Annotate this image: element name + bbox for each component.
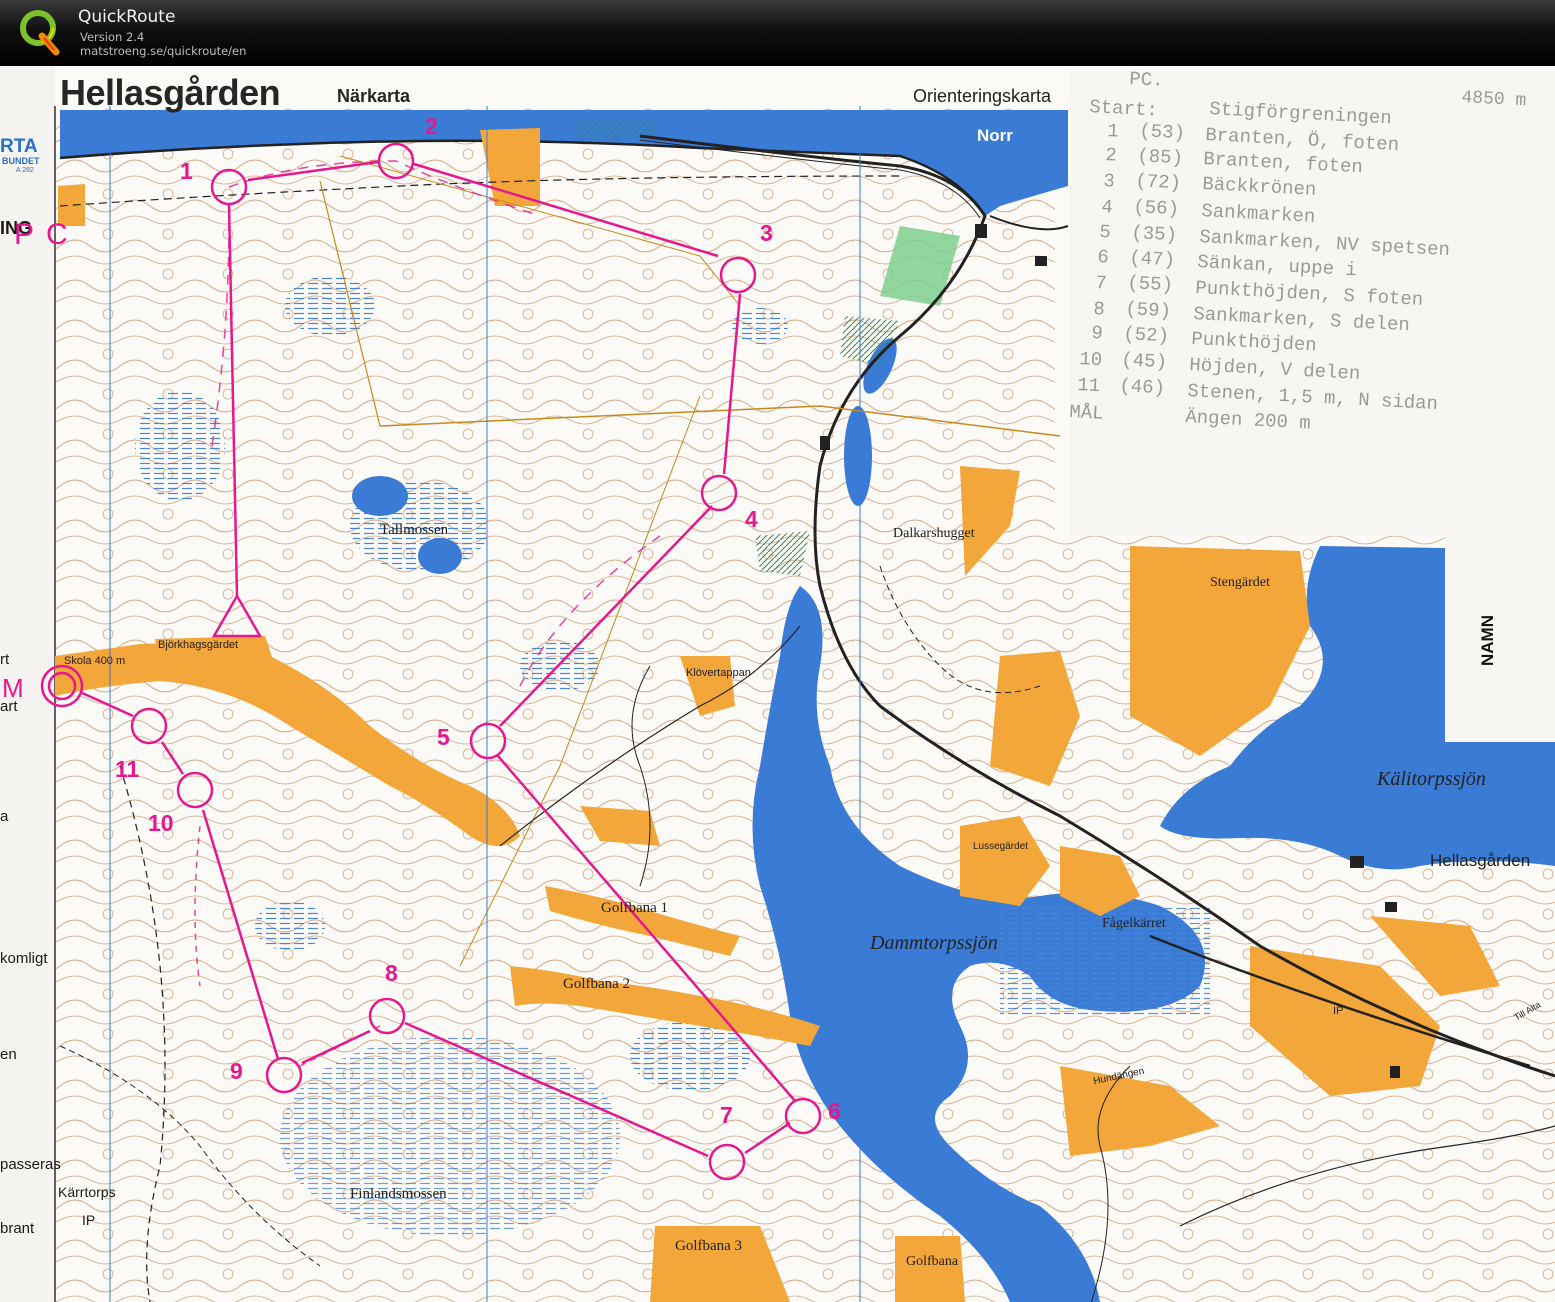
desc-row-code: (72) [1134,170,1182,195]
control-number: 9 [230,1058,243,1084]
place-name: Dammtorpssjön [870,932,998,954]
control-number: 7 [720,1102,733,1128]
edge-text: a [0,808,9,825]
map-title: Hellasgården [60,72,281,113]
desc-distance: 4850 m [1460,88,1527,112]
desc-row-code: (45) [1120,349,1168,374]
map-subtitle: Närkarta [337,86,411,106]
edge-text: passeras [0,1156,61,1173]
place-name: Lussegärdet [973,841,1029,852]
north-label: Norr [977,126,1013,145]
desc-row-code: (56) [1132,196,1180,221]
desc-row-code: (46) [1118,375,1166,400]
place-name: Finlandsmossen [350,1186,447,1202]
desc-row-num: 10 [1078,348,1103,372]
place-name: Klövertappan [686,667,751,679]
place-name: Stengärdet [1210,575,1270,590]
desc-row-num: 9 [1090,322,1104,345]
map-type-label: Orienteringskarta [913,86,1052,106]
desc-row-code: (85) [1136,145,1184,170]
app-url: matstroeng.se/quickroute/en [80,44,247,58]
place-name: IP [1333,1005,1344,1017]
control-number: 6 [828,1098,841,1124]
place-name: IP [82,1212,96,1228]
control-number: 10 [148,810,174,836]
app-name: QuickRoute [78,7,176,27]
desc-header: PC. [1128,68,1165,92]
control-number: 8 [385,960,398,986]
desc-row-code: (52) [1122,323,1170,348]
desc-row-code: (55) [1126,272,1174,297]
edge-text: brant [0,1220,35,1237]
place-name: Skola 400 m [64,655,126,667]
control-number: 4 [745,506,758,532]
place-name: Golfbana [906,1254,959,1269]
edge-text: A 282 [16,167,34,174]
desc-row-num: 2 [1104,144,1118,167]
desc-row-num: 6 [1096,246,1110,269]
namn-label: NAMN [1478,615,1497,666]
desc-finish-label: MÅL [1068,401,1105,425]
desc-row-num: 11 [1076,374,1101,398]
control-number: 1 [180,158,193,184]
desc-row-code: (53) [1138,120,1186,145]
desc-start-label: Start: [1088,96,1159,122]
place-name: Golfbana 1 [601,900,669,916]
edge-text: rt [0,651,10,668]
desc-row-code: (35) [1130,222,1178,247]
place-name: Hellasgården [1430,851,1531,870]
quickroute-logo-icon [20,10,60,56]
pc-mark: PC [14,218,80,251]
place-name: Kärrtorps [58,1184,116,1200]
place-name: Björkhagsgärdet [158,639,239,651]
desc-row-code: (59) [1124,298,1172,323]
desc-row-num: 3 [1102,170,1116,193]
control-number: 3 [760,220,773,246]
desc-row-code: (47) [1128,247,1176,272]
desc-row-num: 4 [1100,196,1114,219]
app-title-bar: QuickRoute Version 2.4 matstroeng.se/qui… [0,0,1555,66]
control-number: 2 [425,113,438,139]
name-field-sheet [1445,536,1555,742]
app-version: Version 2.4 [80,30,145,44]
place-name: Golfbana 3 [675,1238,743,1254]
place-name: Kälitorpssjön [1377,768,1486,790]
place-name: Fågelkärret [1102,916,1166,931]
control-number: 5 [437,724,450,750]
edge-text: RTA [0,136,38,157]
edge-text: komligt [0,950,48,967]
control-number: 11 [115,756,140,782]
m-mark: M [2,673,24,703]
edge-text: BUNDET [2,156,40,166]
desc-row-num: 7 [1094,272,1108,295]
edge-text: en [0,1046,17,1063]
place-name: Dalkarshugget [893,526,975,541]
place-name: Tallmossen [380,522,449,538]
desc-row-num: 1 [1106,120,1120,143]
place-name: Golfbana 2 [563,976,631,992]
map-canvas[interactable]: Hellasgården Närkarta Orienteringskarta … [0,66,1555,1302]
desc-row-num: 8 [1092,298,1106,321]
desc-row-num: 5 [1098,221,1112,244]
